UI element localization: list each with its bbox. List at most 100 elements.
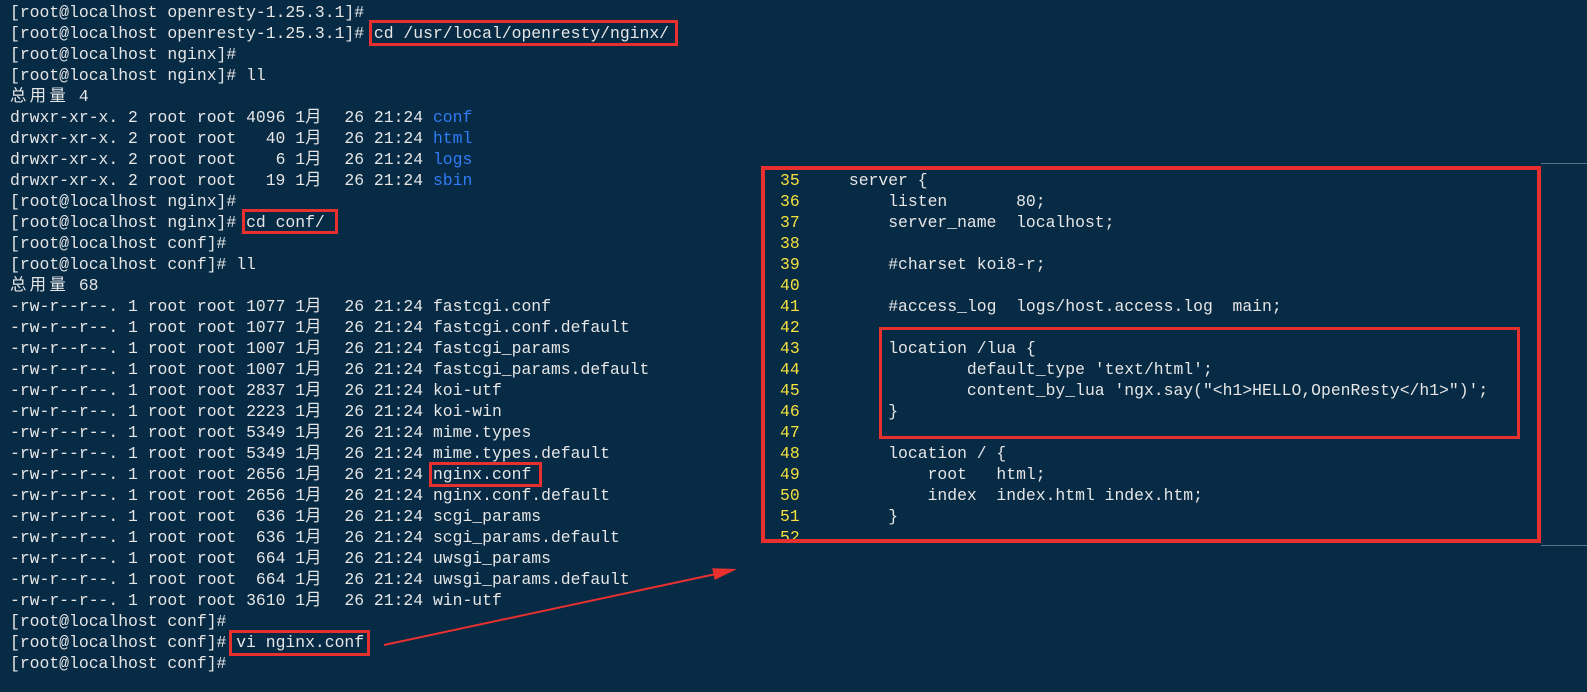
time: 21:24 [373, 380, 424, 400]
group: root [196, 170, 237, 190]
group: root [196, 338, 237, 358]
owner: root [147, 317, 188, 337]
day: 26 [344, 485, 365, 505]
month: 1月 [295, 338, 322, 358]
group: root [196, 506, 237, 526]
file-name: mime.types.default [432, 443, 610, 463]
link-count: 1 [128, 338, 138, 358]
directory-name: logs [432, 149, 473, 169]
shell-command: ll [236, 254, 256, 274]
month: 1月 [295, 569, 322, 589]
month: 1月 [295, 296, 322, 316]
month: 1月 [295, 527, 322, 547]
day: 26 [344, 569, 365, 589]
owner: root [147, 422, 188, 442]
shell-prompt: [root@localhost nginx]# [10, 191, 237, 211]
highlight-box-nginx-conf [429, 462, 542, 487]
permissions: -rw-r--r--. [10, 380, 119, 400]
left-terminal[interactable]: [root@localhost openresty-1.25.3.1]# [roo… [10, 2, 750, 676]
shell-prompt: [root@localhost conf]# [10, 653, 227, 673]
shell-prompt: [root@localhost conf]# [10, 611, 227, 631]
link-count: 2 [128, 149, 138, 169]
prompt-line: [root@localhost nginx]# [10, 44, 750, 65]
shell-prompt: [root@localhost conf]# [10, 233, 227, 253]
link-count: 2 [128, 128, 138, 148]
group: root [196, 401, 237, 421]
permissions: -rw-r--r--. [10, 485, 119, 505]
owner: root [147, 296, 188, 316]
day: 26 [344, 317, 365, 337]
time: 21:24 [373, 569, 424, 589]
shell-prompt: [root@localhost openresty-1.25.3.1]# [10, 23, 365, 43]
day: 26 [344, 128, 365, 148]
total-label: 总用量 [10, 275, 70, 295]
directory-name: sbin [432, 170, 473, 190]
size: 2656 [246, 485, 286, 505]
file-entry-row: -rw-r--r--. 1 root root 1077 1月 26 21:24 fastcgi… [10, 317, 750, 338]
size: 3610 [246, 590, 286, 610]
file-name: uwsgi_params.default [432, 569, 630, 589]
owner: root [147, 359, 188, 379]
link-count: 1 [128, 317, 138, 337]
time: 21:24 [373, 590, 424, 610]
file-name: fastcgi_params.default [432, 359, 650, 379]
file-name: koi-win [432, 401, 502, 421]
time: 21:24 [373, 464, 424, 484]
file-entry-row: -rw-r--r--. 1 root root 5349 1月 26 21:24 mime.ty… [10, 422, 750, 443]
day: 26 [344, 590, 365, 610]
file-entry-row: -rw-r--r--. 1 root root 636 1月 26 21:24 scgi_par… [10, 506, 750, 527]
month: 1月 [295, 128, 322, 148]
day: 26 [344, 170, 365, 190]
permissions: drwxr-xr-x. [10, 107, 119, 127]
link-count: 1 [128, 296, 138, 316]
total-value: 68 [78, 275, 99, 295]
group: root [196, 527, 237, 547]
month: 1月 [295, 149, 322, 169]
prompt-line: [root@localhost nginx]# [10, 191, 750, 212]
file-entry-row: -rw-r--r--. 1 root root 2656 1月 26 21:24 nginx.c… [10, 485, 750, 506]
time: 21:24 [373, 296, 424, 316]
day: 26 [344, 422, 365, 442]
time: 21:24 [373, 170, 424, 190]
size: 5349 [246, 422, 286, 442]
directory-entry-row: drwxr-xr-x. 2 root root 6 1月 26 21:24 logs [10, 149, 750, 170]
owner: root [147, 443, 188, 463]
file-entry-row: -rw-r--r--. 1 root root 2656 1月 26 21:24 nginx.c… [10, 464, 750, 485]
owner: root [147, 464, 188, 484]
file-entry-row: -rw-r--r--. 1 root root 2837 1月 26 21:24 koi-utf [10, 380, 750, 401]
file-entry-row: -rw-r--r--. 1 root root 636 1月 26 21:24 scgi_par… [10, 527, 750, 548]
link-count: 1 [128, 485, 138, 505]
day: 26 [344, 338, 365, 358]
prompt-line: [root@localhost conf]# [10, 653, 750, 674]
size: 1007 [246, 359, 286, 379]
shell-prompt: [root@localhost conf]# [10, 632, 227, 652]
link-count: 1 [128, 443, 138, 463]
file-entry-row: -rw-r--r--. 1 root root 1007 1月 26 21:24 fastcgi… [10, 338, 750, 359]
month: 1月 [295, 380, 322, 400]
link-count: 1 [128, 527, 138, 547]
group: root [196, 485, 237, 505]
month: 1月 [295, 443, 322, 463]
file-entry-row: -rw-r--r--. 1 root root 3610 1月 26 21:24 win-utf [10, 590, 750, 611]
day: 26 [344, 506, 365, 526]
permissions: drwxr-xr-x. [10, 128, 119, 148]
prompt-line: [root@localhost conf]# ll [10, 254, 750, 275]
group: root [196, 590, 237, 610]
day: 26 [344, 107, 365, 127]
total-value: 4 [78, 86, 89, 106]
owner: root [147, 506, 188, 526]
file-name: fastcgi.conf.default [432, 317, 630, 337]
owner: root [147, 590, 188, 610]
shell-prompt: [root@localhost nginx]# [10, 44, 237, 64]
group: root [196, 464, 237, 484]
link-count: 1 [128, 359, 138, 379]
permissions: -rw-r--r--. [10, 296, 119, 316]
month: 1月 [295, 590, 322, 610]
owner: root [147, 401, 188, 421]
group: root [196, 569, 237, 589]
total-size-line: 总用量 68 [10, 275, 750, 296]
size: 40 [265, 128, 286, 148]
time: 21:24 [373, 422, 424, 442]
month: 1月 [295, 170, 322, 190]
size: 2837 [246, 380, 286, 400]
